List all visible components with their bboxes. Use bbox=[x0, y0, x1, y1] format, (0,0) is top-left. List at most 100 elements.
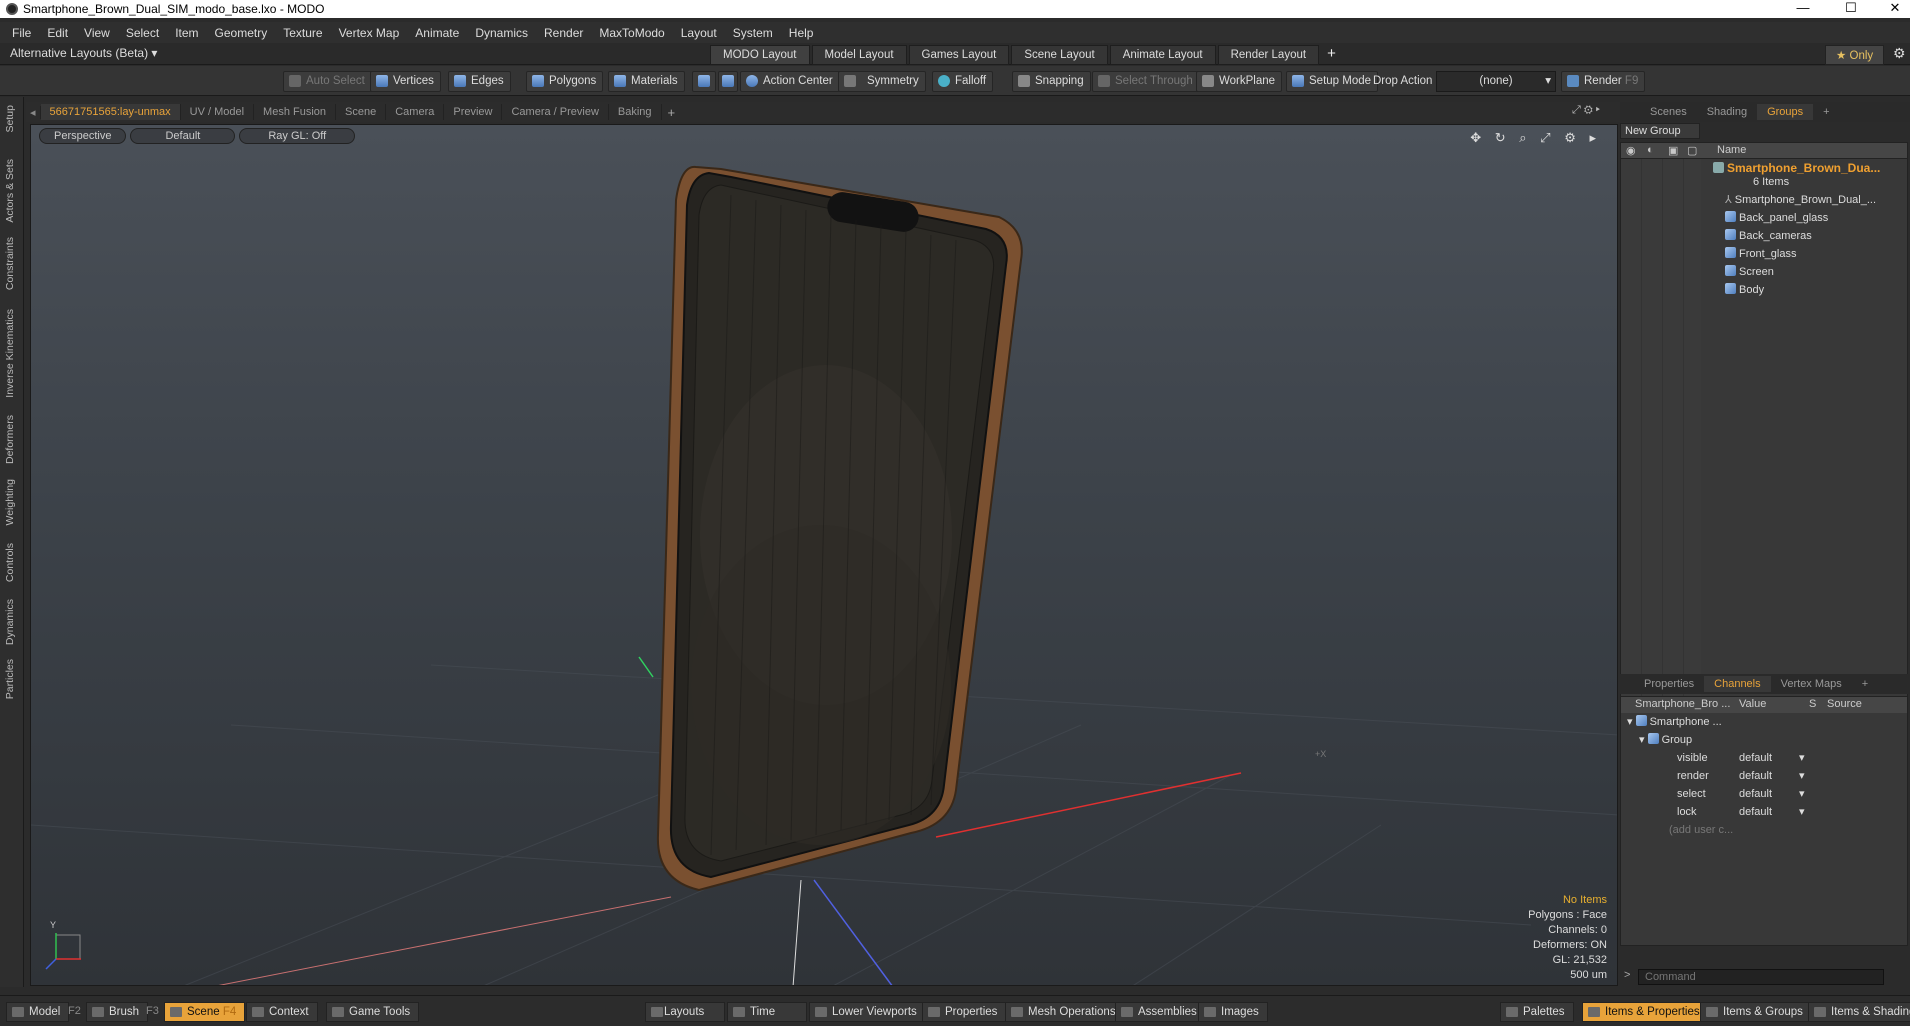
add-channels-tab-button[interactable]: + bbox=[1852, 676, 1878, 692]
items-properties-button[interactable]: Items & Properties bbox=[1582, 1002, 1709, 1022]
items-shading-button[interactable]: Items & Shading bbox=[1808, 1002, 1910, 1022]
setup-mode-button[interactable]: Setup Mode bbox=[1286, 71, 1379, 92]
menu-view[interactable]: View bbox=[76, 26, 118, 40]
menu-animate[interactable]: Animate bbox=[407, 26, 467, 40]
menu-system[interactable]: System bbox=[725, 26, 781, 40]
gear-icon[interactable]: ⚙ bbox=[1893, 45, 1906, 62]
menu-file[interactable]: File bbox=[4, 26, 39, 40]
render-toggle-icon[interactable]: ◐ bbox=[1647, 144, 1654, 156]
channel-root-row[interactable]: ▾ Smartphone ... bbox=[1627, 713, 1722, 731]
raygl-toggle[interactable]: Ray GL: Off bbox=[239, 128, 356, 144]
tab-games-layout[interactable]: Games Layout bbox=[908, 45, 1010, 65]
brush-mode-button[interactable]: Brush bbox=[86, 1002, 149, 1022]
tab-scene-layout[interactable]: Scene Layout bbox=[1011, 45, 1108, 65]
channel-visible-value[interactable]: default bbox=[1739, 749, 1805, 767]
channel-select-value[interactable]: default bbox=[1739, 785, 1805, 803]
items-groups-button[interactable]: Items & Groups bbox=[1700, 1002, 1812, 1022]
tab-groups[interactable]: Groups bbox=[1757, 104, 1814, 120]
render-button[interactable]: Render F9 bbox=[1561, 71, 1646, 92]
3d-viewport[interactable]: Perspective Default Ray GL: Off ✥ ↻ ⌕ ⤢ … bbox=[30, 124, 1618, 986]
tab-vertex-maps[interactable]: Vertex Maps bbox=[1771, 676, 1852, 692]
time-button[interactable]: Time bbox=[727, 1002, 807, 1022]
group-title-row[interactable]: Smartphone_Brown_Dua... bbox=[1713, 159, 1880, 177]
viewport-navigation-icons[interactable]: ✥ ↻ ⌕ ⤢ ⚙ ▸ bbox=[1470, 130, 1601, 146]
context-button[interactable]: Context bbox=[246, 1002, 318, 1022]
layouts-button[interactable]: Layouts bbox=[645, 1002, 725, 1022]
menu-vertex-map[interactable]: Vertex Map bbox=[331, 26, 408, 40]
vtab-constraints[interactable]: Constraints bbox=[4, 237, 16, 290]
tab-uv-model[interactable]: UV / Model bbox=[181, 104, 255, 120]
list-item[interactable]: Back_panel_glass bbox=[1725, 209, 1828, 227]
menu-render[interactable]: Render bbox=[536, 26, 591, 40]
command-input[interactable] bbox=[1638, 969, 1884, 985]
vtab-dynamics[interactable]: Dynamics bbox=[4, 599, 16, 645]
menu-texture[interactable]: Texture bbox=[275, 26, 330, 40]
tab-camera[interactable]: Camera bbox=[386, 104, 445, 120]
model-mode-button[interactable]: Model bbox=[6, 1002, 70, 1022]
tab-camera-preview[interactable]: Camera / Preview bbox=[502, 104, 609, 120]
palettes-button[interactable]: Palettes bbox=[1500, 1002, 1574, 1022]
drop-action-dropdown[interactable]: (none) ▾ bbox=[1436, 71, 1556, 92]
new-group-button[interactable]: New Group bbox=[1620, 123, 1700, 139]
menu-maxtomodo[interactable]: MaxToModo bbox=[591, 26, 672, 40]
add-viewport-tab-button[interactable]: + bbox=[662, 105, 682, 120]
game-tools-button[interactable]: Game Tools bbox=[326, 1002, 420, 1022]
menu-geometry[interactable]: Geometry bbox=[207, 26, 276, 40]
falloff-button[interactable]: Falloff bbox=[932, 71, 994, 92]
vtab-particles[interactable]: Particles bbox=[4, 659, 16, 699]
expand-icon[interactable]: ▾ bbox=[1639, 734, 1648, 746]
properties-button[interactable]: Properties bbox=[922, 1002, 1007, 1022]
auto-select-button[interactable]: Auto Select bbox=[283, 71, 372, 92]
action-center-button[interactable]: Action Center bbox=[740, 71, 840, 92]
tab-animate-layout[interactable]: Animate Layout bbox=[1109, 45, 1216, 65]
lower-viewports-button[interactable]: Lower Viewports bbox=[809, 1002, 926, 1022]
eye-icon[interactable]: ◉ bbox=[1626, 144, 1636, 157]
menu-dynamics[interactable]: Dynamics bbox=[467, 26, 536, 40]
tab-scenes[interactable]: Scenes bbox=[1640, 104, 1697, 120]
menu-item[interactable]: Item bbox=[167, 26, 206, 40]
scene-mode-button[interactable]: Scene F4 bbox=[164, 1002, 246, 1022]
list-item[interactable]: ⅄ Smartphone_Brown_Dual_... bbox=[1725, 191, 1876, 209]
vtab-actors-sets[interactable]: Actors & Sets bbox=[4, 159, 16, 223]
workplane-button[interactable]: WorkPlane bbox=[1196, 71, 1283, 92]
vtab-inverse-kinematics[interactable]: Inverse Kinematics bbox=[4, 309, 16, 398]
tab-properties[interactable]: Properties bbox=[1634, 676, 1704, 692]
snap-tool-button[interactable] bbox=[692, 71, 716, 92]
viewport-menu-icon[interactable]: ◂ bbox=[26, 105, 41, 119]
list-item[interactable]: Screen bbox=[1725, 263, 1774, 281]
mesh-operations-button[interactable]: Mesh Operations bbox=[1005, 1002, 1125, 1022]
add-layout-button[interactable]: + bbox=[1327, 45, 1336, 65]
tab-modo-layout[interactable]: MODO Layout bbox=[710, 45, 810, 65]
element-move-button[interactable] bbox=[718, 71, 738, 92]
menu-layout[interactable]: Layout bbox=[673, 26, 725, 40]
tab-model-layout[interactable]: Model Layout bbox=[811, 45, 907, 65]
minimize-icon[interactable]: — bbox=[1780, 0, 1826, 18]
expand-icon[interactable]: ▾ bbox=[1627, 716, 1636, 728]
tab-lay-unmax[interactable]: 56671751565:lay-unmax bbox=[40, 104, 181, 120]
select-toggle-icon[interactable]: ▢ bbox=[1687, 144, 1697, 157]
tab-shading[interactable]: Shading bbox=[1697, 104, 1757, 120]
perspective-dropdown[interactable]: Perspective bbox=[39, 128, 127, 144]
viewport-expand-icon[interactable]: ⤢ ⚙ ▸ bbox=[1572, 104, 1600, 117]
tab-render-layout[interactable]: Render Layout bbox=[1217, 45, 1320, 65]
add-user-channel[interactable]: (add user c... bbox=[1669, 821, 1733, 839]
channel-lock-value[interactable]: default bbox=[1739, 803, 1805, 821]
vtab-controls[interactable]: Controls bbox=[4, 543, 16, 582]
menu-help[interactable]: Help bbox=[781, 26, 822, 40]
materials-button[interactable]: Materials bbox=[608, 71, 685, 92]
alternative-layouts-dropdown[interactable]: Alternative Layouts (Beta) ▾ bbox=[10, 46, 157, 60]
select-through-button[interactable]: Select Through bbox=[1092, 71, 1200, 92]
tab-channels[interactable]: Channels bbox=[1704, 676, 1771, 692]
vtab-weighting[interactable]: Weighting bbox=[4, 479, 16, 526]
snapping-button[interactable]: Snapping bbox=[1012, 71, 1091, 92]
list-item[interactable]: Front_glass bbox=[1725, 245, 1796, 263]
tab-mesh-fusion[interactable]: Mesh Fusion bbox=[254, 104, 337, 120]
list-item[interactable]: Body bbox=[1725, 281, 1764, 299]
menu-edit[interactable]: Edit bbox=[39, 26, 76, 40]
lock-icon[interactable]: ▣ bbox=[1668, 144, 1678, 157]
channel-render-value[interactable]: default bbox=[1739, 767, 1805, 785]
list-item[interactable]: Back_cameras bbox=[1725, 227, 1812, 245]
close-icon[interactable]: ✕ bbox=[1872, 0, 1910, 18]
images-button[interactable]: Images bbox=[1198, 1002, 1268, 1022]
tab-baking[interactable]: Baking bbox=[609, 104, 662, 120]
